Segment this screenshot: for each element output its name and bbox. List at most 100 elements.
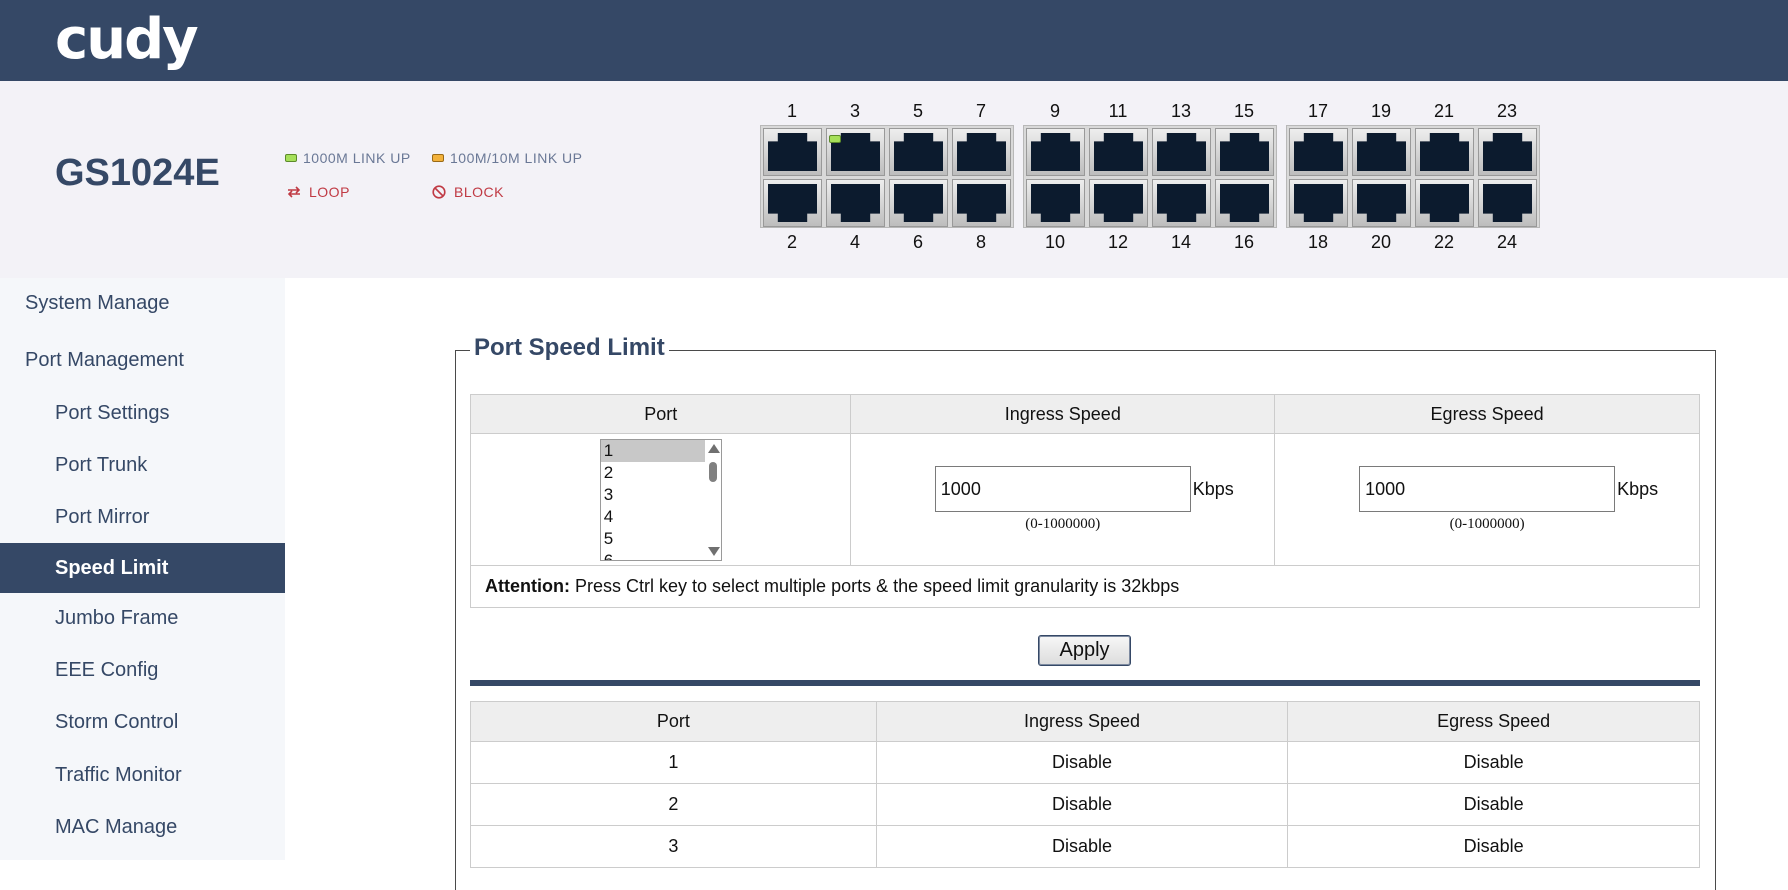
speed-status-table: Port Ingress Speed Egress Speed 1 Disable… — [470, 701, 1700, 868]
col-header-egress: Egress Speed — [1274, 394, 1700, 434]
sidebar-item-eee-config[interactable]: EEE Config — [0, 645, 285, 695]
legend-100m: 100M/10M LINK UP — [432, 150, 583, 166]
apply-button[interactable]: Apply — [1038, 635, 1131, 666]
rj45-port-icon[interactable] — [826, 128, 885, 176]
port-option[interactable]: 4 — [601, 506, 705, 528]
status-cell-egress: Disable — [1287, 825, 1700, 868]
scroll-down-arrow-icon[interactable] — [707, 546, 720, 556]
port-number-label: 2 — [786, 232, 797, 252]
sidebar-item-jumbo-frame[interactable]: Jumbo Frame — [0, 593, 285, 643]
device-model: GS1024E — [55, 152, 220, 194]
status-cell-port: 2 — [470, 783, 877, 826]
sidebar-item-mac-manage[interactable]: MAC Manage — [0, 802, 285, 852]
port-number-label: 13 — [1170, 101, 1192, 121]
sidebar-item-traffic-monitor[interactable]: Traffic Monitor — [0, 750, 285, 800]
rj45-port-icon[interactable] — [1478, 128, 1537, 176]
orange-led-icon — [432, 154, 444, 162]
scroll-up-arrow-icon[interactable] — [707, 443, 720, 453]
rj45-port-icon[interactable] — [952, 128, 1011, 176]
ingress-cell: Kbps (0-1000000) — [850, 433, 1276, 566]
rj45-port-icon[interactable] — [1026, 128, 1085, 176]
port-number-label: 10 — [1044, 232, 1066, 252]
port-number-label: 15 — [1233, 101, 1255, 121]
table-row: 3 Disable Disable — [470, 825, 1700, 868]
rj45-port-icon[interactable] — [1089, 128, 1148, 176]
sidebar-item-port-trunk[interactable]: Port Trunk — [0, 440, 285, 490]
port-number-label: 11 — [1108, 101, 1128, 121]
status-col-header-ingress: Ingress Speed — [875, 701, 1289, 742]
status-cell-egress: Disable — [1287, 741, 1700, 784]
top-bar: cudy — [0, 0, 1788, 81]
page-title: Port Speed Limit — [470, 334, 669, 362]
status-cell-port: 3 — [470, 825, 877, 868]
rj45-port-icon[interactable] — [889, 179, 948, 227]
attention-text: Press Ctrl key to select multiple ports … — [569, 576, 1180, 596]
port-group-1 — [760, 125, 1014, 228]
table-row: 2 Disable Disable — [470, 783, 1700, 826]
status-col-header-port: Port — [470, 701, 877, 742]
attention-note: Attention: Press Ctrl key to select mult… — [470, 565, 1700, 608]
rj45-port-icon[interactable] — [1289, 179, 1348, 227]
sidebar-item-port-settings[interactable]: Port Settings — [0, 388, 285, 438]
port-number-label: 3 — [849, 101, 860, 121]
sidebar: System Manage Port Management Port Setti… — [0, 278, 285, 860]
port-number-label: 14 — [1170, 232, 1192, 252]
rj45-port-icon[interactable] — [1478, 179, 1537, 227]
port-option[interactable]: 5 — [601, 528, 705, 550]
port-number-label: 24 — [1496, 232, 1518, 252]
rj45-port-icon[interactable] — [1152, 128, 1211, 176]
rj45-port-icon[interactable] — [763, 179, 822, 227]
egress-unit: Kbps — [1617, 478, 1659, 499]
ingress-speed-input[interactable] — [934, 466, 1191, 512]
status-cell-ingress: Disable — [875, 741, 1289, 784]
port-number-label: 23 — [1496, 101, 1518, 121]
port-number-label: 19 — [1370, 101, 1392, 121]
rj45-port-icon[interactable] — [1215, 128, 1274, 176]
col-header-port: Port — [469, 394, 852, 434]
status-cell-port: 1 — [470, 741, 877, 784]
port-number-label: 1 — [786, 101, 797, 121]
sidebar-item-port-management[interactable]: Port Management — [0, 335, 285, 385]
port-option[interactable]: 1 — [600, 439, 705, 462]
port-number-label: 22 — [1433, 232, 1455, 252]
table-row: 1 Disable Disable — [470, 741, 1700, 784]
rj45-port-icon[interactable] — [952, 179, 1011, 227]
section-divider — [470, 680, 1700, 686]
port-number-label: 6 — [912, 232, 923, 252]
rj45-port-icon[interactable] — [1415, 128, 1474, 176]
rj45-port-icon[interactable] — [1352, 128, 1411, 176]
port-option[interactable]: 3 — [601, 484, 705, 506]
port-number-label: 4 — [849, 232, 860, 252]
legend-1000m: 1000M LINK UP — [285, 150, 411, 166]
speed-config-table: Port Ingress Speed Egress Speed 123456 K… — [469, 394, 1700, 608]
rj45-port-icon[interactable] — [1026, 179, 1085, 227]
egress-range-hint: (0-1000000) — [1449, 516, 1525, 532]
rj45-port-icon[interactable] — [1215, 179, 1274, 227]
port-number-label: 17 — [1307, 101, 1329, 121]
port-option[interactable]: 2 — [601, 462, 705, 484]
port-option[interactable]: 6 — [601, 550, 705, 560]
sidebar-item-system-manage[interactable]: System Manage — [0, 278, 285, 328]
port-number-label: 8 — [975, 232, 986, 252]
sidebar-item-port-mirror[interactable]: Port Mirror — [0, 492, 285, 542]
rj45-port-icon[interactable] — [826, 179, 885, 227]
port-number-label: 16 — [1233, 232, 1255, 252]
port-number-label: 20 — [1370, 232, 1392, 252]
rj45-port-icon[interactable] — [1152, 179, 1211, 227]
rj45-port-icon[interactable] — [1415, 179, 1474, 227]
rj45-port-icon[interactable] — [763, 128, 822, 176]
rj45-port-icon[interactable] — [889, 128, 948, 176]
scroll-thumb[interactable] — [708, 461, 717, 482]
sidebar-item-storm-control[interactable]: Storm Control — [0, 697, 285, 747]
rj45-port-icon[interactable] — [1089, 179, 1148, 227]
status-cell-ingress: Disable — [875, 783, 1289, 826]
egress-speed-input[interactable] — [1359, 466, 1616, 512]
green-led-icon — [285, 154, 297, 162]
rj45-port-icon[interactable] — [1289, 128, 1348, 176]
port-number-label: 7 — [975, 101, 986, 121]
listbox-scrollbar[interactable] — [704, 439, 721, 560]
port-listbox[interactable]: 123456 — [599, 438, 722, 561]
rj45-port-icon[interactable] — [1352, 179, 1411, 227]
sidebar-item-speed-limit[interactable]: Speed Limit — [0, 543, 285, 593]
link-led-icon — [829, 135, 841, 143]
